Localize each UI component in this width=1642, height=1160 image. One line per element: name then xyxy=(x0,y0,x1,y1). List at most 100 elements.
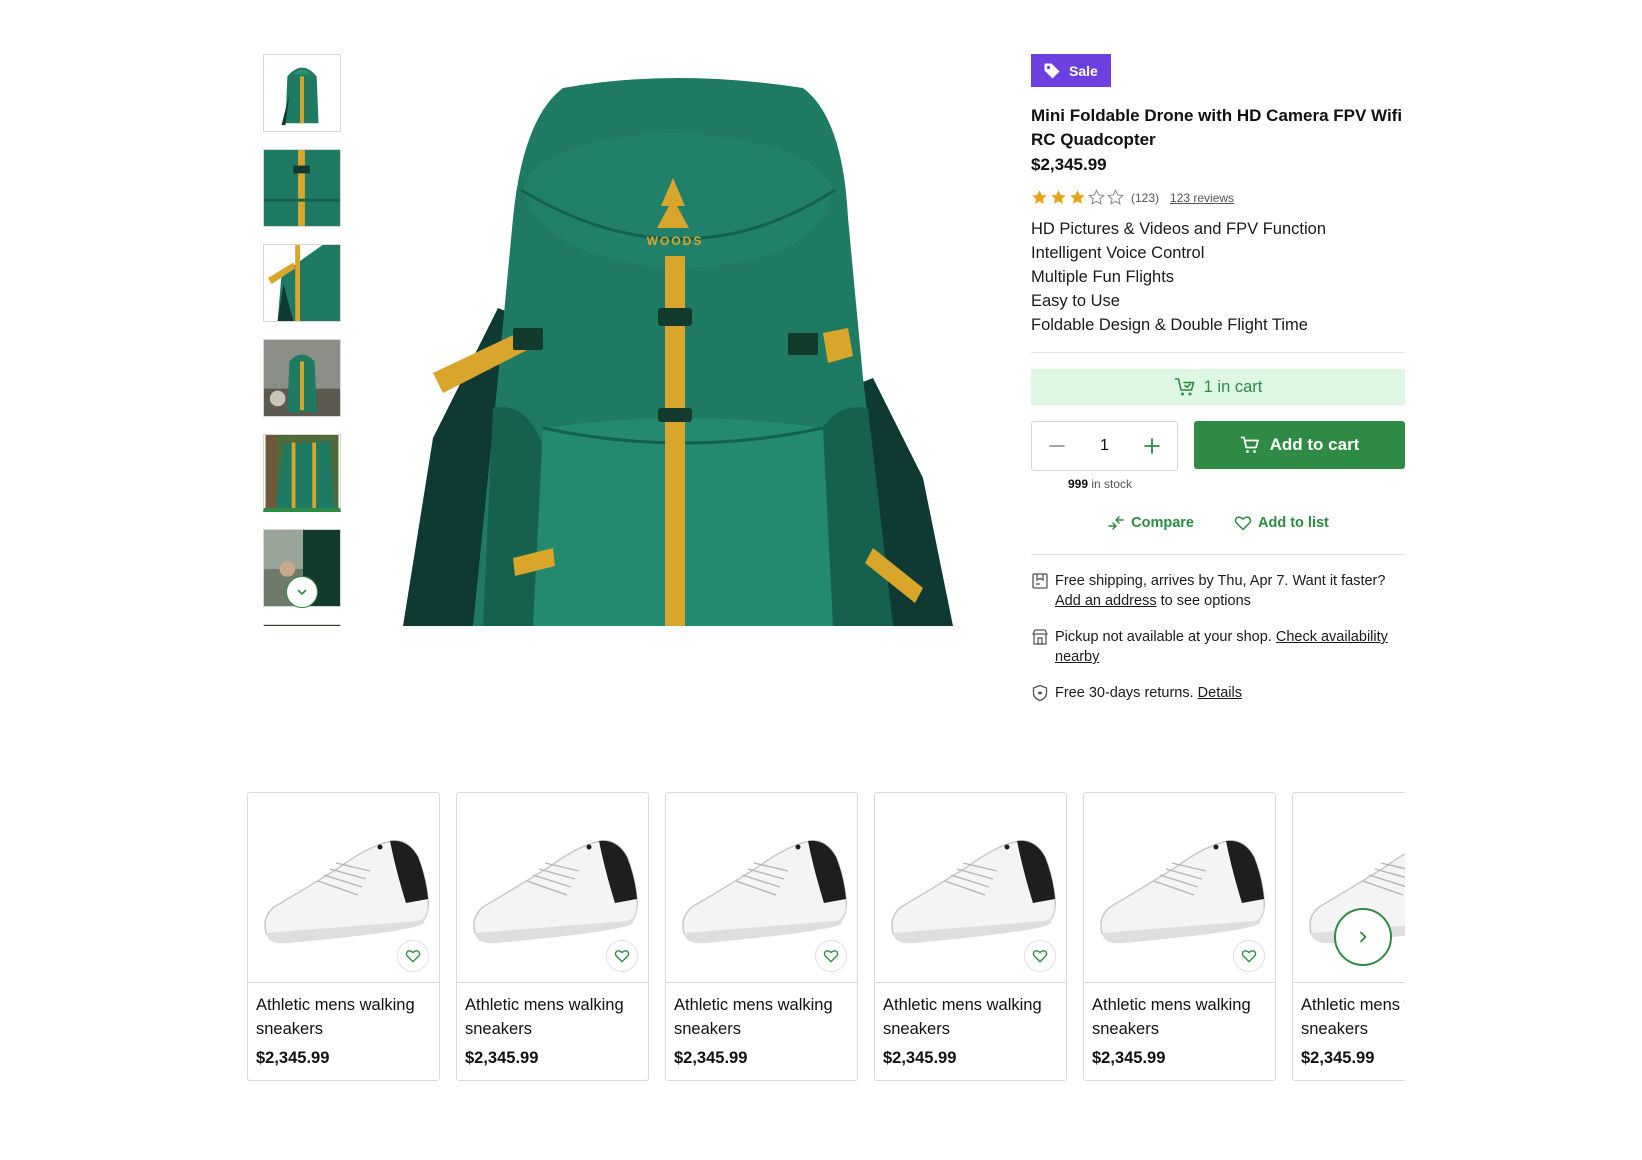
divider xyxy=(1031,352,1405,353)
add-to-cart-label: Add to cart xyxy=(1269,435,1360,454)
increase-quantity-button[interactable] xyxy=(1141,435,1163,457)
product-card-name[interactable]: Athletic mens walking sneakers xyxy=(1084,983,1275,1041)
product-card-name[interactable]: Athletic mens walking sneakers xyxy=(1293,983,1405,1041)
cart-check-icon xyxy=(1174,378,1194,396)
cart-icon xyxy=(1240,436,1259,453)
product-card-name[interactable]: Athletic mens walking sneakers xyxy=(457,983,648,1041)
pickup-info: Pickup not available at your shop. Check… xyxy=(1031,627,1405,667)
sale-badge: Sale xyxy=(1031,54,1111,87)
product-title: Mini Foldable Drone with HD Camera FPV W… xyxy=(1031,106,1403,149)
quantity-stepper[interactable]: 1 xyxy=(1031,421,1178,471)
heart-icon xyxy=(1032,950,1048,963)
product-price: $2,345.99 xyxy=(1031,155,1107,174)
sneaker-image xyxy=(682,840,848,944)
stock-status: 999 in stock xyxy=(1031,477,1405,491)
main-product-image: WOODS xyxy=(403,78,953,626)
heart-icon xyxy=(405,950,421,963)
product-card[interactable]: Athletic mens walking sneakers $2,345.99 xyxy=(1083,792,1276,1081)
store-icon xyxy=(1032,629,1048,645)
shield-icon xyxy=(1032,684,1048,702)
product-card-name[interactable]: Athletic mens walking sneakers xyxy=(248,983,439,1041)
star-empty-icon xyxy=(1107,189,1124,205)
secondary-actions: Compare Add to list xyxy=(1031,515,1405,531)
feature-item: Easy to Use xyxy=(1031,292,1120,310)
carousel-next-button[interactable] xyxy=(1334,908,1392,966)
thumbnail-strip xyxy=(263,54,342,626)
product-card[interactable]: Athletic mens walking sneakers $2,345.99 xyxy=(665,792,858,1081)
favorite-button[interactable] xyxy=(606,940,638,972)
returns-text: Free 30-days returns. xyxy=(1055,685,1194,701)
product-card[interactable]: Athletic mens walking sneakers $2,345.99 xyxy=(456,792,649,1081)
heart-icon xyxy=(1241,950,1257,963)
sale-badge-label: Sale xyxy=(1069,62,1098,79)
product-card-image xyxy=(1084,793,1275,983)
box-icon xyxy=(1032,573,1048,589)
minus-icon xyxy=(1049,445,1065,447)
product-card-price: $2,345.99 xyxy=(256,1049,330,1067)
feature-list: HD Pictures & Videos and FPV Function In… xyxy=(1031,217,1405,337)
product-card-image xyxy=(457,793,648,983)
compare-label: Compare xyxy=(1131,515,1194,531)
plus-icon xyxy=(1144,438,1160,454)
chevron-down-icon xyxy=(297,589,307,596)
product-card-price: $2,345.99 xyxy=(1301,1049,1375,1067)
product-card-price: $2,345.99 xyxy=(465,1049,539,1067)
add-to-list-button[interactable]: Add to list xyxy=(1234,515,1329,531)
star-filled-icon xyxy=(1070,190,1085,204)
returns-details-link[interactable]: Details xyxy=(1198,685,1242,701)
reviews-link[interactable]: 123 reviews xyxy=(1170,191,1234,205)
thumbnail-3[interactable] xyxy=(263,244,341,322)
heart-icon xyxy=(823,950,839,963)
related-products-carousel: Athletic mens walking sneakers $2,345.99… xyxy=(247,792,1405,1082)
favorite-button[interactable] xyxy=(1024,940,1056,972)
product-card-image xyxy=(248,793,439,983)
in-cart-banner[interactable]: 1 in cart xyxy=(1031,369,1405,405)
sneaker-image xyxy=(891,840,1057,944)
heart-icon xyxy=(1234,516,1252,531)
product-card[interactable]: Athletic mens walking sneakers $2,345.99 xyxy=(247,792,440,1081)
address-suffix: to see options xyxy=(1160,593,1251,609)
product-card-image xyxy=(875,793,1066,983)
add-to-cart-row: 1 Add to cart xyxy=(1031,421,1405,471)
product-card[interactable]: Athletic mens walking sneakers $2,345.99 xyxy=(874,792,1067,1081)
thumbnail-1[interactable] xyxy=(263,54,341,132)
product-card-name[interactable]: Athletic mens walking sneakers xyxy=(875,983,1066,1041)
returns-info: Free 30-days returns. Details xyxy=(1031,683,1405,703)
product-details: Sale Mini Foldable Drone with HD Camera … xyxy=(1031,54,1405,703)
pickup-text: Pickup not available at your shop. xyxy=(1055,629,1272,645)
product-card-price: $2,345.99 xyxy=(674,1049,748,1067)
compare-icon xyxy=(1108,516,1124,530)
favorite-button[interactable] xyxy=(1233,940,1265,972)
tag-icon xyxy=(1044,63,1060,78)
quantity-value[interactable]: 1 xyxy=(1100,437,1109,455)
add-to-cart-button[interactable]: Add to cart xyxy=(1194,421,1405,469)
sneaker-image xyxy=(1100,840,1266,944)
favorite-button[interactable] xyxy=(815,940,847,972)
favorite-button[interactable] xyxy=(397,940,429,972)
rating: (123) 123 reviews xyxy=(1031,189,1405,206)
compare-button[interactable]: Compare xyxy=(1107,515,1194,531)
product-card-price: $2,345.99 xyxy=(1092,1049,1166,1067)
decrease-quantity-button[interactable] xyxy=(1046,435,1068,457)
feature-item: Foldable Design & Double Flight Time xyxy=(1031,316,1308,334)
rating-count: (123) xyxy=(1131,190,1160,205)
feature-item: Intelligent Voice Control xyxy=(1031,244,1205,262)
product-card-name[interactable]: Athletic mens walking sneakers xyxy=(666,983,857,1041)
stock-count: 999 xyxy=(1068,477,1089,491)
star-filled-icon xyxy=(1051,190,1066,204)
thumbnail-2[interactable] xyxy=(263,149,341,227)
thumbnail-4[interactable] xyxy=(263,339,341,417)
thumbnail-5[interactable] xyxy=(263,434,341,512)
product-card-image xyxy=(666,793,857,983)
feature-item: HD Pictures & Videos and FPV Function xyxy=(1031,220,1327,238)
sneaker-image xyxy=(473,840,639,944)
stock-suffix: in stock xyxy=(1091,477,1133,491)
star-empty-icon xyxy=(1088,189,1105,205)
feature-item: Multiple Fun Flights xyxy=(1031,268,1175,286)
star-filled-icon xyxy=(1032,190,1047,204)
chevron-right-icon xyxy=(1360,931,1367,943)
add-address-link[interactable]: Add an address xyxy=(1055,593,1157,609)
thumbnail-7[interactable] xyxy=(263,624,341,626)
sneaker-image xyxy=(264,840,430,944)
thumbnails-scroll-down-button[interactable] xyxy=(286,576,318,608)
